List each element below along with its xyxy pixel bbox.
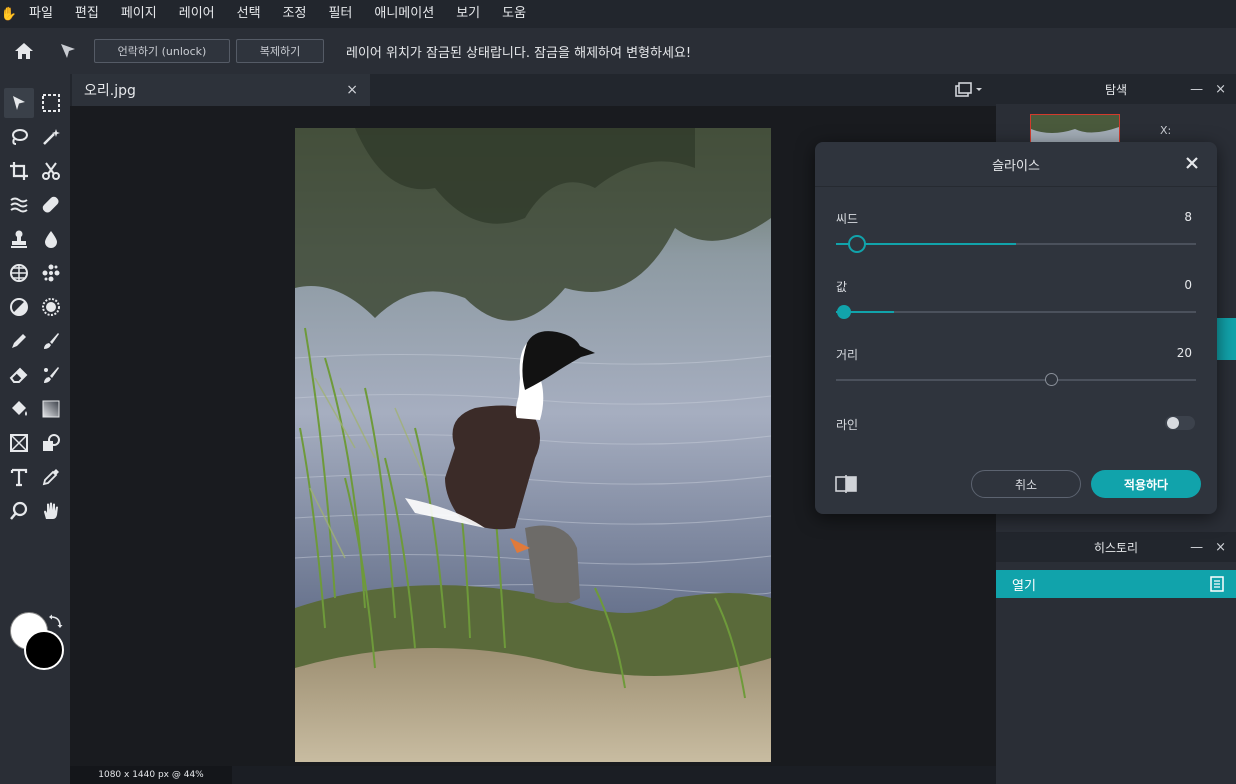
liquify-icon[interactable] <box>4 190 34 220</box>
history-header: 히스토리 — × <box>996 532 1236 562</box>
layer-selection-highlight[interactable] <box>1214 318 1236 360</box>
menu-edit[interactable]: 편집 <box>64 0 110 28</box>
blur-drop-icon[interactable] <box>36 224 66 254</box>
line-toggle[interactable] <box>1165 416 1195 430</box>
paint-bucket-icon[interactable] <box>4 394 34 424</box>
document-tab-bar: 오리.jpg × <box>70 74 996 106</box>
seed-slider[interactable] <box>836 235 1196 253</box>
tool-panel <box>0 74 70 784</box>
navigator-x-label: X: <box>1160 124 1172 137</box>
window-layout-icon <box>955 82 982 97</box>
duck-photo-image <box>295 128 771 762</box>
cancel-button[interactable]: 취소 <box>971 470 1081 498</box>
gradient-icon[interactable] <box>36 394 66 424</box>
sponge-icon[interactable] <box>4 258 34 288</box>
select-arrow-icon[interactable] <box>4 88 34 118</box>
home-icon[interactable] <box>4 31 44 71</box>
background-color-swatch[interactable] <box>24 630 64 670</box>
swap-colors-icon[interactable] <box>48 614 64 630</box>
seed-value: 8 <box>1184 210 1192 224</box>
zoom-status: 1080 x 1440 px @ 44% <box>70 766 232 784</box>
menu-help[interactable]: 도움 <box>491 0 537 28</box>
distance-slider[interactable] <box>836 373 1196 386</box>
dots-icon[interactable] <box>36 258 66 288</box>
apply-button[interactable]: 적용하다 <box>1091 470 1201 498</box>
navigator-header: 탐색 — × <box>996 74 1236 104</box>
value-label: 값 <box>836 280 848 294</box>
line-label: 라인 <box>836 418 859 432</box>
distance-label: 거리 <box>836 348 859 362</box>
eyedropper-icon[interactable] <box>36 462 66 492</box>
magic-wand-icon[interactable] <box>36 122 66 152</box>
move-tool-icon[interactable] <box>48 31 88 71</box>
marquee-select-icon[interactable] <box>36 88 66 118</box>
pencil-icon[interactable] <box>4 326 34 356</box>
menu-animation[interactable]: 애니메이션 <box>363 0 445 28</box>
document-tab-title: 오리.jpg <box>84 83 136 99</box>
navigator-title: 탐색 <box>1104 82 1128 97</box>
shapes-icon[interactable] <box>36 428 66 458</box>
line-toggle-knob <box>1167 417 1179 429</box>
menu-select[interactable]: 선택 <box>226 0 272 28</box>
seed-slider-knob[interactable] <box>848 235 866 253</box>
navigator-minimize-button[interactable]: — <box>1190 82 1203 97</box>
text-icon[interactable] <box>4 462 34 492</box>
duplicate-button[interactable]: 복제하기 <box>236 39 324 63</box>
menu-adjust[interactable]: 조정 <box>272 0 318 28</box>
close-icon[interactable] <box>1183 154 1201 172</box>
history-minimize-button[interactable]: — <box>1190 540 1203 555</box>
seed-label: 씨드 <box>836 212 859 226</box>
lock-message: 레이어 위치가 잠금된 상태랍니다. 잠금을 해제하여 변형하세요! <box>346 45 692 61</box>
value-slider-knob[interactable] <box>837 305 851 319</box>
document-tab[interactable]: 오리.jpg × <box>72 74 370 106</box>
document-icon <box>1210 576 1224 592</box>
navigator-close-button[interactable]: × <box>1215 82 1226 97</box>
brush-icon[interactable] <box>36 326 66 356</box>
lasso-icon[interactable] <box>4 122 34 152</box>
zoom-icon[interactable] <box>4 496 34 526</box>
options-toolbar: 언락하기 (unlock) 복제하기 레이어 위치가 잠금된 상태랍니다. 잠금… <box>0 28 1236 74</box>
document-tab-close-button[interactable]: × <box>346 82 358 98</box>
scissors-icon[interactable] <box>36 156 66 186</box>
hand-cursor-icon: ✋ <box>0 6 18 22</box>
duck-photo[interactable] <box>295 128 771 762</box>
bandage-icon[interactable] <box>36 190 66 220</box>
burn-icon[interactable] <box>36 292 66 322</box>
menu-view[interactable]: 보기 <box>445 0 491 28</box>
value-slider[interactable] <box>836 305 1196 319</box>
history-title: 히스토리 <box>1093 540 1139 555</box>
menu-page[interactable]: 페이지 <box>110 0 168 28</box>
unlock-button[interactable]: 언락하기 (unlock) <box>94 39 230 63</box>
dialog-title: 슬라이스 <box>992 158 1040 174</box>
eraser-icon[interactable] <box>4 360 34 390</box>
history-item-label: 열기 <box>1012 578 1036 594</box>
distance-value: 20 <box>1176 346 1192 360</box>
value-value: 0 <box>1184 278 1192 292</box>
menu-bar: ✋ 파일 편집 페이지 레이어 선택 조정 필터 애니메이션 보기 도움 <box>0 0 1236 28</box>
distance-slider-knob[interactable] <box>1045 373 1058 386</box>
stamp-icon[interactable] <box>4 224 34 254</box>
dodge-icon[interactable] <box>4 292 34 322</box>
slice-dialog: 슬라이스 씨드 8 값 0 거리 20 라인 취소 적용하다 <box>815 142 1217 514</box>
window-layout-button[interactable] <box>950 80 986 100</box>
menu-filter[interactable]: 필터 <box>317 0 363 28</box>
history-item[interactable]: 열기 <box>996 570 1236 598</box>
menu-layer[interactable]: 레이어 <box>168 0 226 28</box>
compare-icon[interactable] <box>835 475 857 493</box>
hand-icon[interactable] <box>36 496 66 526</box>
history-close-button[interactable]: × <box>1215 540 1226 555</box>
replace-color-icon[interactable] <box>36 360 66 390</box>
menu-file[interactable]: 파일 <box>18 0 64 28</box>
dialog-header: 슬라이스 <box>815 142 1217 187</box>
crop-icon[interactable] <box>4 156 34 186</box>
shape-frame-icon[interactable] <box>4 428 34 458</box>
